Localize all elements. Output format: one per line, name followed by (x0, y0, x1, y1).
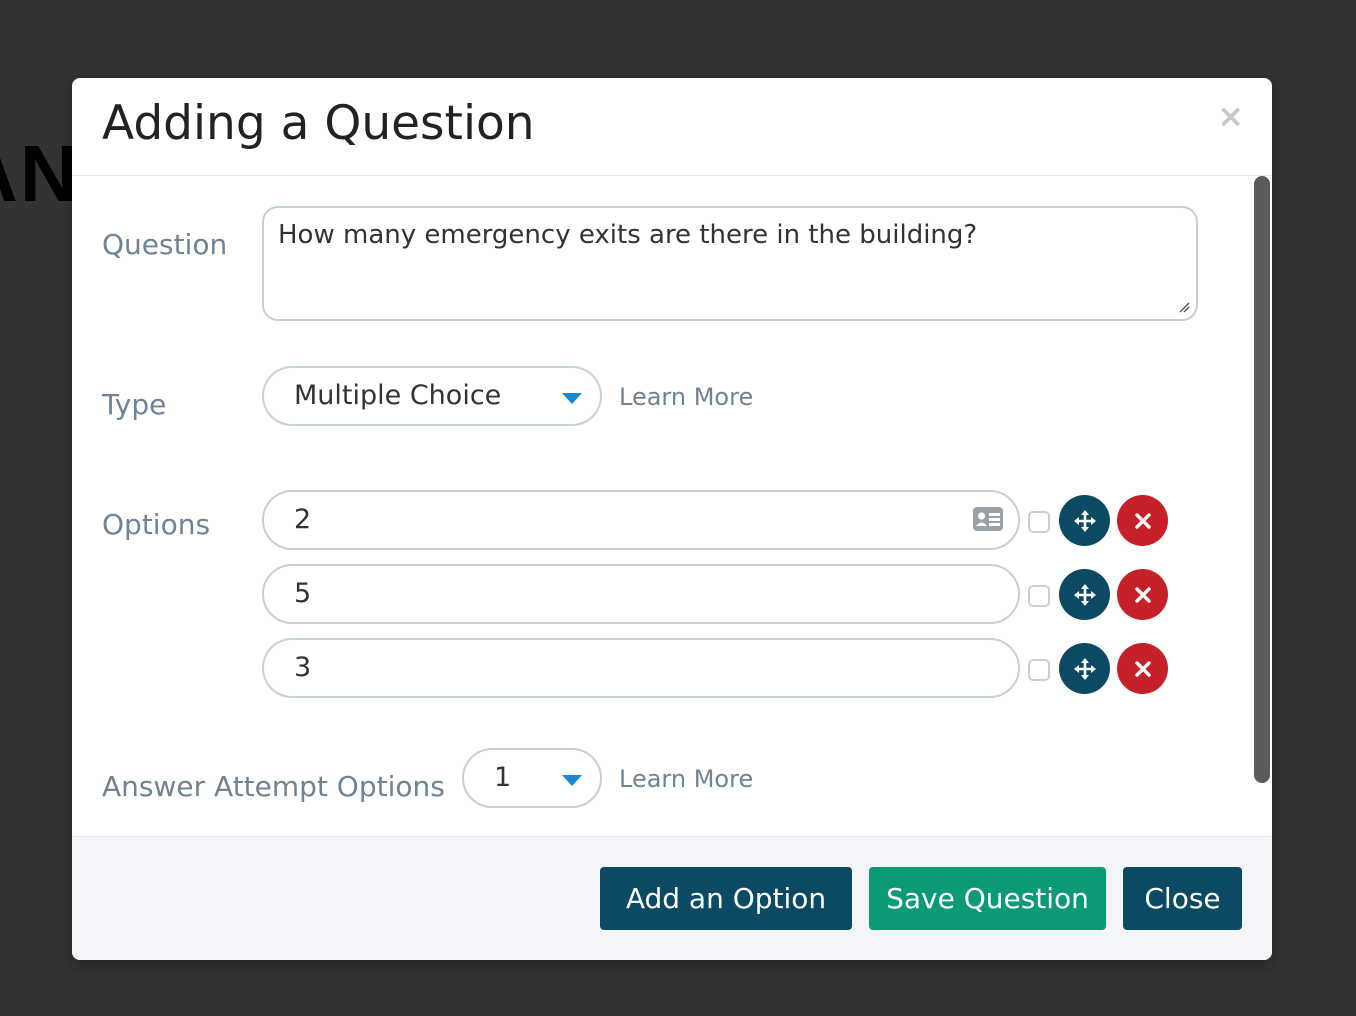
remove-x-icon (1134, 586, 1151, 603)
add-question-modal: Adding a Question × Question How many em… (72, 78, 1272, 960)
question-textarea[interactable]: How many emergency exits are there in th… (262, 206, 1198, 321)
type-label: Type (102, 388, 167, 421)
move-arrows-icon (1073, 657, 1096, 680)
background-partial-text: AN (0, 129, 80, 218)
remove-x-icon (1134, 512, 1151, 529)
option-value: 3 (294, 652, 312, 683)
modal-header: Adding a Question × (72, 78, 1272, 176)
remove-option-button-1[interactable] (1117, 495, 1168, 546)
option-input-2[interactable]: 5 (262, 564, 1020, 624)
option-input-3[interactable]: 3 (262, 638, 1020, 698)
id-card-icon[interactable] (972, 505, 1004, 533)
options-label: Options (102, 508, 211, 541)
question-text: How many emergency exits are there in th… (278, 220, 978, 250)
remove-x-icon (1134, 660, 1151, 677)
answer-attempts-learn-more-link[interactable]: Learn More (619, 765, 753, 793)
option-correct-checkbox-2[interactable] (1028, 585, 1050, 607)
answer-attempts-select[interactable]: 1 (462, 748, 602, 808)
move-option-button-3[interactable] (1059, 643, 1110, 694)
answer-attempts-value: 1 (494, 762, 512, 793)
remove-option-button-3[interactable] (1117, 643, 1168, 694)
option-correct-checkbox-1[interactable] (1028, 511, 1050, 533)
resize-grip-icon[interactable] (1178, 301, 1190, 313)
answer-attempts-label: Answer Attempt Options (102, 770, 445, 803)
question-label: Question (102, 228, 228, 261)
scrollbar-thumb[interactable] (1254, 176, 1270, 783)
modal-title: Adding a Question (102, 96, 535, 151)
move-arrows-icon (1073, 583, 1096, 606)
caret-down-icon (562, 393, 582, 404)
type-select-value: Multiple Choice (294, 380, 502, 411)
add-option-button[interactable]: Add an Option (600, 867, 852, 930)
save-question-button[interactable]: Save Question (869, 867, 1106, 930)
type-select[interactable]: Multiple Choice (262, 366, 602, 426)
type-learn-more-link[interactable]: Learn More (619, 383, 753, 411)
move-arrows-icon (1073, 509, 1096, 532)
remove-option-button-2[interactable] (1117, 569, 1168, 620)
move-option-button-2[interactable] (1059, 569, 1110, 620)
close-icon[interactable]: × (1217, 100, 1244, 132)
option-value: 5 (294, 578, 312, 609)
move-option-button-1[interactable] (1059, 495, 1110, 546)
close-button[interactable]: Close (1123, 867, 1242, 930)
modal-body: Question How many emergency exits are th… (72, 176, 1272, 836)
modal-footer: Add an Option Save Question Close (72, 836, 1272, 960)
option-input-1[interactable]: 2 (262, 490, 1020, 550)
option-value: 2 (294, 504, 312, 535)
caret-down-icon (562, 775, 582, 786)
option-correct-checkbox-3[interactable] (1028, 659, 1050, 681)
